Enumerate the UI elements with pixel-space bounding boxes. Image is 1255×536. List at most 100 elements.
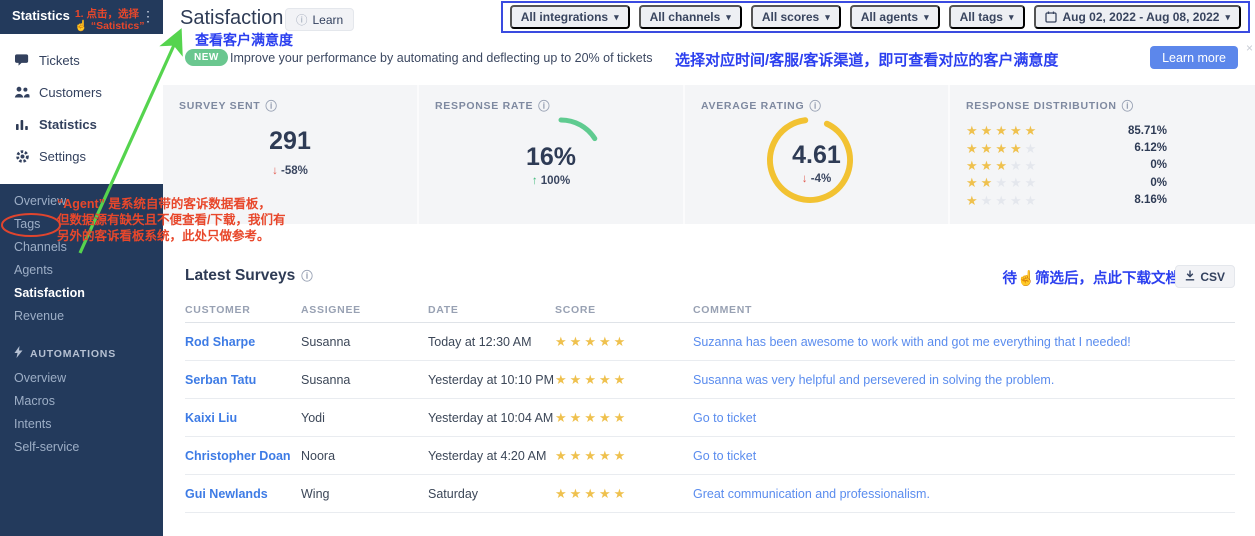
distribution-value: 85.71% — [1127, 124, 1167, 137]
date-cell: Yesterday at 4:20 AM — [428, 448, 547, 463]
star-filled-icon: ★ — [598, 447, 614, 463]
distribution-value: 0% — [1150, 159, 1167, 172]
comment-link[interactable]: Great communication and professionalism. — [693, 487, 1235, 501]
star-filled-icon: ★ — [584, 371, 599, 387]
star-filled-icon: ★ — [555, 371, 570, 387]
sidebar-item-automations-overview[interactable]: Overview — [0, 367, 163, 390]
assignee-cell: Noora — [301, 448, 336, 463]
assignee-cell: Wing — [301, 486, 330, 501]
sidebar-item-revenue[interactable]: Revenue — [0, 305, 163, 328]
star-filled-icon: ★ — [966, 140, 981, 156]
table-row: Rod Sharpe Susanna Today at 12:30 AM ★★★★★ S… — [185, 323, 1235, 361]
assignee-cell: Yodi — [301, 410, 325, 425]
star-filled-icon: ★ — [584, 333, 599, 349]
average-rating-value: 4.61 — [792, 141, 841, 169]
star-filled-icon: ★ — [569, 485, 585, 501]
learn-more-button[interactable]: Learn more — [1150, 46, 1238, 69]
distribution-value: 0% — [1150, 176, 1167, 189]
customer-link[interactable]: Kaixi Liu — [185, 411, 301, 425]
sidebar-item-satisfaction[interactable]: Satisfaction — [0, 282, 163, 305]
star-filled-icon: ★ — [555, 485, 570, 501]
download-icon — [1185, 270, 1195, 284]
filter-all-tags[interactable]: All tags ▾ — [948, 5, 1025, 29]
chevron-down-icon: ▾ — [614, 11, 619, 22]
score-cell: ★★★★★ — [555, 486, 693, 502]
star-filled-icon: ★ — [966, 157, 981, 173]
settings-icon — [14, 148, 30, 164]
star-filled-icon: ★ — [1009, 140, 1025, 156]
star-empty-icon: ★ — [1024, 157, 1040, 173]
surveys-table: CUSTOMER ASSIGNEE DATE SCORE COMMENT Rod Sha… — [185, 297, 1235, 513]
sidebar-item-customers[interactable]: Customers — [0, 76, 163, 108]
info-icon: ⓘ — [301, 271, 313, 283]
sidebar-item-automations-macros[interactable]: Macros — [0, 390, 163, 413]
csv-download-button[interactable]: CSV — [1175, 265, 1235, 288]
score-cell: ★★★★★ — [555, 448, 693, 464]
score-cell: ★★★★★ — [555, 410, 693, 426]
star-rating: ★★★★★ — [966, 142, 1039, 155]
customer-link[interactable]: Christopher Doan — [185, 449, 301, 463]
sidebar-item-automations-self-service[interactable]: Self-service — [0, 436, 163, 459]
filter-all-scores[interactable]: All scores ▾ — [750, 5, 841, 29]
sidebar-header: Statistics 1. 点击，选择 ☝ “Satistics” ⋮ — [0, 0, 163, 34]
star-filled-icon: ★ — [584, 485, 599, 501]
filter-all-channels[interactable]: All channels ▾ — [638, 5, 742, 29]
date-range-filter[interactable]: Aug 02, 2022 - Aug 08, 2022 ▾ — [1033, 5, 1241, 29]
star-filled-icon: ★ — [569, 333, 585, 349]
star-filled-icon: ★ — [995, 140, 1010, 156]
distribution-row: ★★★★★ 85.71% — [966, 122, 1167, 139]
sidebar-item-tags[interactable]: Tags — [0, 213, 163, 236]
calendar-icon — [1044, 11, 1057, 23]
chevron-down-icon: ▾ — [726, 11, 731, 22]
sidebar-item-tickets[interactable]: Tickets — [0, 44, 163, 76]
star-filled-icon: ★ — [598, 409, 614, 425]
latest-surveys-title: Latest Surveys — [185, 267, 296, 284]
star-filled-icon: ★ — [995, 123, 1010, 139]
comment-link[interactable]: Susanna was very helpful and persevered … — [693, 373, 1235, 387]
customer-link[interactable]: Serban Tatu — [185, 373, 301, 387]
customer-link[interactable]: Gui Newlands — [185, 487, 301, 501]
sidebar-automation-items: Overview Macros Intents Self-service — [0, 367, 163, 459]
sidebar-item-statistics[interactable]: Statistics — [0, 108, 163, 140]
sidebar-item-automations-intents[interactable]: Intents — [0, 413, 163, 436]
sidebar-item-overview[interactable]: Overview — [0, 190, 163, 213]
info-icon: ⓘ — [538, 101, 551, 113]
survey-sent-label: SURVEY SENT — [179, 100, 261, 112]
new-badge: NEW — [185, 49, 228, 66]
survey-sent-card: SURVEY SENT ⓘ 291 ↓ -58% — [163, 85, 417, 224]
learn-button[interactable]: ⓘ Learn — [285, 8, 355, 31]
chevron-down-icon: ▾ — [924, 11, 929, 22]
sidebar: Statistics 1. 点击，选择 ☝ “Satistics” ⋮ Tick… — [0, 0, 163, 536]
comment-link[interactable]: Go to ticket — [693, 411, 1235, 425]
date-cell: Yesterday at 10:04 AM — [428, 410, 554, 425]
sidebar-item-channels[interactable]: Channels — [0, 236, 163, 259]
score-cell: ★★★★★ — [555, 372, 693, 388]
sidebar-item-agents[interactable]: Agents — [0, 259, 163, 282]
kebab-menu-icon[interactable]: ⋮ — [141, 9, 155, 23]
filter-label: All agents — [860, 10, 919, 24]
star-filled-icon: ★ — [555, 447, 570, 463]
close-icon[interactable]: × — [1246, 41, 1253, 55]
customer-link[interactable]: Rod Sharpe — [185, 335, 301, 349]
sidebar-sub-items: Overview Tags Channels Agents Satisfaction Re… — [0, 190, 163, 328]
automations-header: AUTOMATIONS — [0, 328, 163, 367]
comment-link[interactable]: Suzanna has been awesome to work with an… — [693, 335, 1235, 349]
filter-all-agents[interactable]: All agents ▾ — [849, 5, 940, 29]
filter-label: All scores — [761, 10, 820, 24]
arrow-down-icon: ↓ — [272, 165, 278, 177]
filter-all-integrations[interactable]: All integrations ▾ — [509, 5, 630, 29]
column-header-score: SCORE — [555, 303, 596, 316]
date-cell: Today at 12:30 AM — [428, 334, 532, 349]
top-bar: Satisfaction ⓘ Learn 查看客户满意度 All integra… — [163, 0, 1255, 48]
sidebar-item-label: Customers — [39, 84, 102, 100]
sidebar-item-label: Statistics — [39, 116, 97, 132]
sidebar-item-label: Settings — [39, 148, 86, 164]
assignee-cell: Susanna — [301, 334, 351, 349]
star-empty-icon: ★ — [1009, 157, 1025, 173]
table-header-row: CUSTOMER ASSIGNEE DATE SCORE COMMENT — [185, 297, 1235, 323]
star-empty-icon: ★ — [995, 175, 1010, 191]
sidebar-item-settings[interactable]: Settings — [0, 140, 163, 172]
star-filled-icon: ★ — [598, 485, 614, 501]
star-filled-icon: ★ — [980, 123, 996, 139]
comment-link[interactable]: Go to ticket — [693, 449, 1235, 463]
